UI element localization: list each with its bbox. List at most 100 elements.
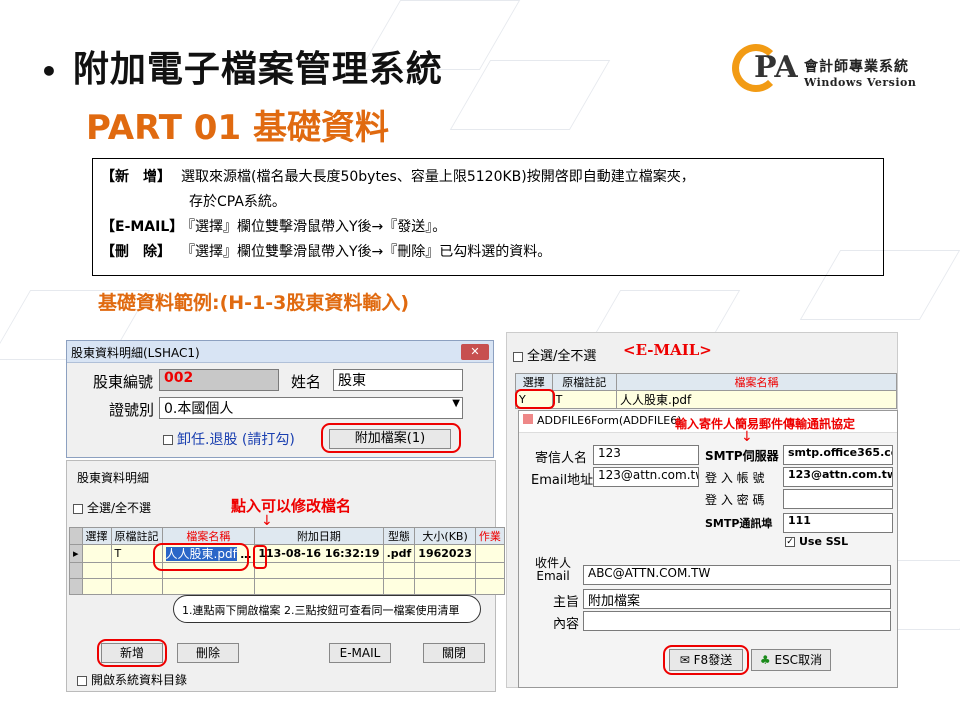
bg-hexagon xyxy=(449,60,611,130)
checkbox-icon[interactable] xyxy=(73,503,83,514)
attachment-table: 選擇 原檔註記 檔案名稱 附加日期 型態 大小(KB) 作業 ▸ T 人人股東.… xyxy=(69,527,505,595)
label-shareholder-no: 股東編號 xyxy=(93,373,154,391)
col-header[interactable]: 檔案名稱 xyxy=(161,527,256,545)
logo-version: Windows Version xyxy=(804,76,917,89)
checkbox-icon[interactable] xyxy=(513,351,523,362)
subject-field[interactable]: 附加檔案 xyxy=(583,589,891,609)
window-title: 股東資料明細(LSHAC1) xyxy=(71,346,200,360)
label-body: 內容 xyxy=(553,617,580,632)
id-type-select[interactable]: 0.本國個人 ▼ xyxy=(159,397,463,419)
cancel-label: ESC取消 xyxy=(774,653,823,667)
select-all-label: 全選/全不選 xyxy=(527,349,597,364)
attachment-list-window: 股東資料明細 全選/全不選 點入可以修改檔名 ↓ 選擇 原檔註記 檔案名稱 附加… xyxy=(66,460,505,692)
resign-checkbox[interactable]: 卸任.退股 (請打勾) xyxy=(163,429,295,449)
rename-hint: 點入可以修改檔名 xyxy=(231,497,352,515)
col-header[interactable]: 附加日期 xyxy=(254,527,384,545)
shareholder-no-field[interactable]: 002 xyxy=(159,369,279,391)
ssl-checkbox[interactable]: ✓ Use SSL xyxy=(785,535,848,548)
close-button[interactable]: 關閉 xyxy=(423,643,485,663)
cancel-button[interactable]: ♣ ESC取消 xyxy=(751,649,831,671)
example-heading: 基礎資料範例:(H-1-3股東資料輸入) xyxy=(98,292,410,314)
select-all-label: 全選/全不選 xyxy=(87,501,152,515)
highlight-send xyxy=(663,645,749,675)
close-icon[interactable]: ✕ xyxy=(461,344,489,360)
col-header[interactable]: 型態 xyxy=(382,527,416,545)
table-header: 選擇 原檔註記 檔案名稱 xyxy=(515,373,897,391)
arrow-down-icon: ↓ xyxy=(741,429,753,445)
resign-label: 卸任.退股 (請打勾) xyxy=(177,432,295,448)
window-title: 股東資料明細 xyxy=(77,471,150,485)
info-key-email: 【E-MAIL】 xyxy=(101,219,184,235)
label-sender: 寄信人名 xyxy=(535,451,588,466)
cell-type[interactable]: .pdf xyxy=(382,544,416,563)
col-header[interactable]: 原檔註記 xyxy=(551,373,618,391)
cell-filename[interactable]: 人人股東.pdf xyxy=(616,390,897,409)
slide-title: • 附加電子檔案管理系統 xyxy=(40,40,443,92)
checkbox-icon[interactable] xyxy=(163,435,173,445)
ssl-label: Use SSL xyxy=(799,535,849,548)
body-field[interactable] xyxy=(583,611,891,631)
table-row[interactable]: Y T 人人股東.pdf xyxy=(515,390,897,409)
email-table: 選擇 原檔註記 檔案名稱 Y T 人人股東.pdf xyxy=(515,373,897,409)
row-indicator xyxy=(69,527,83,545)
info-add-cont: 存於CPA系統。 xyxy=(189,194,286,210)
info-add: 選取來源檔(檔名最大長度50bytes、容量上限5120KB)按開啓即自動建立檔… xyxy=(181,169,695,185)
col-header[interactable]: 作業 xyxy=(474,527,505,545)
info-key-delete: 【刪 除】 xyxy=(101,244,171,260)
table-row[interactable]: ▸ T 人人股東.pdf … 113-08-16 16:32:19 .pdf 1… xyxy=(69,544,505,563)
highlight-more xyxy=(253,545,267,569)
cell-date[interactable]: 113-08-16 16:32:19 xyxy=(254,544,384,563)
delete-button[interactable]: 刪除 xyxy=(177,643,239,663)
label-name: 姓名 xyxy=(291,373,322,391)
slide-subtitle: PART 01 基礎資料 xyxy=(86,108,389,148)
checkbox-icon[interactable] xyxy=(77,675,87,686)
checkbox-icon[interactable]: ✓ xyxy=(785,537,795,547)
slide-title-text: 附加電子檔案管理系統 xyxy=(72,49,443,90)
label-password: 登 入 密 碼 xyxy=(705,493,765,507)
select-all-checkbox[interactable]: 全選/全不選 xyxy=(513,345,596,364)
email-button[interactable]: E-MAIL xyxy=(329,643,391,663)
info-email: 『選擇』欄位雙擊滑鼠帶入Y後→『發送』。 xyxy=(181,219,447,235)
email-field[interactable]: 123@attn.com.tw xyxy=(593,467,699,487)
window-title: ADDFILE6Form(ADDFILE6) xyxy=(537,414,682,427)
account-field[interactable]: 123@attn.com.tw xyxy=(783,467,893,487)
col-header[interactable]: 選擇 xyxy=(515,373,553,391)
label-id-type: 證號別 xyxy=(109,401,155,419)
logo-fa-icon: PA xyxy=(754,50,798,85)
col-header[interactable]: 大小(KB) xyxy=(414,527,476,545)
cell-size[interactable]: 1962023 xyxy=(414,544,476,563)
cell-mark[interactable]: T xyxy=(551,390,618,409)
bullet-icon: • xyxy=(40,54,59,88)
callout-bubble: 1.連點兩下開啟檔案 2.三點按鈕可查看同一檔案使用清單 xyxy=(173,595,481,623)
port-field[interactable]: 111 xyxy=(783,513,893,533)
highlight-filename xyxy=(153,543,249,571)
label-account: 登 入 帳 號 xyxy=(705,471,765,485)
col-header[interactable]: 選擇 xyxy=(81,527,112,545)
send-mail-form: ADDFILE6Form(ADDFILE6) 輸入寄件人簡易郵件傳輸通訊協定 ↓… xyxy=(518,410,898,688)
cpa-logo: PA 會計師專業系統 Windows Version xyxy=(732,44,922,94)
cell-select[interactable] xyxy=(81,544,112,563)
cell-op[interactable] xyxy=(474,544,505,563)
smtp-hint: 輸入寄件人簡易郵件傳輸通訊協定 xyxy=(675,417,856,431)
app-icon xyxy=(523,414,533,424)
select-all-checkbox[interactable]: 全選/全不選 xyxy=(73,499,151,516)
password-field[interactable] xyxy=(783,489,893,509)
highlight-select xyxy=(515,389,555,409)
smtp-server-field[interactable]: smtp.office365.com xyxy=(783,445,893,465)
email-tag: <E-MAIL> xyxy=(623,341,712,359)
open-dir-checkbox[interactable]: 開啟系統資料目錄 xyxy=(77,671,187,688)
cancel-icon: ♣ xyxy=(759,653,775,667)
info-delete: 『選擇』欄位雙擊滑鼠帶入Y後→『刪除』已勾料選的資料。 xyxy=(181,244,552,260)
chevron-down-icon[interactable]: ▼ xyxy=(452,398,460,409)
name-field[interactable]: 股東 xyxy=(333,369,463,391)
highlight-attach xyxy=(321,423,461,453)
table-row xyxy=(69,578,505,595)
highlight-add xyxy=(97,639,167,667)
info-key-add: 【新 增】 xyxy=(101,169,171,185)
col-header[interactable]: 原檔註記 xyxy=(110,527,163,545)
shareholder-window: 股東資料明細(LSHAC1) ✕ 股東編號 002 姓名 股東 證號別 0.本國個… xyxy=(66,340,494,458)
recipient-field[interactable]: ABC@ATTN.COM.TW xyxy=(583,565,891,585)
open-dir-label: 開啟系統資料目錄 xyxy=(91,673,188,687)
sender-field[interactable]: 123 xyxy=(593,445,699,465)
col-header[interactable]: 檔案名稱 xyxy=(616,373,897,391)
